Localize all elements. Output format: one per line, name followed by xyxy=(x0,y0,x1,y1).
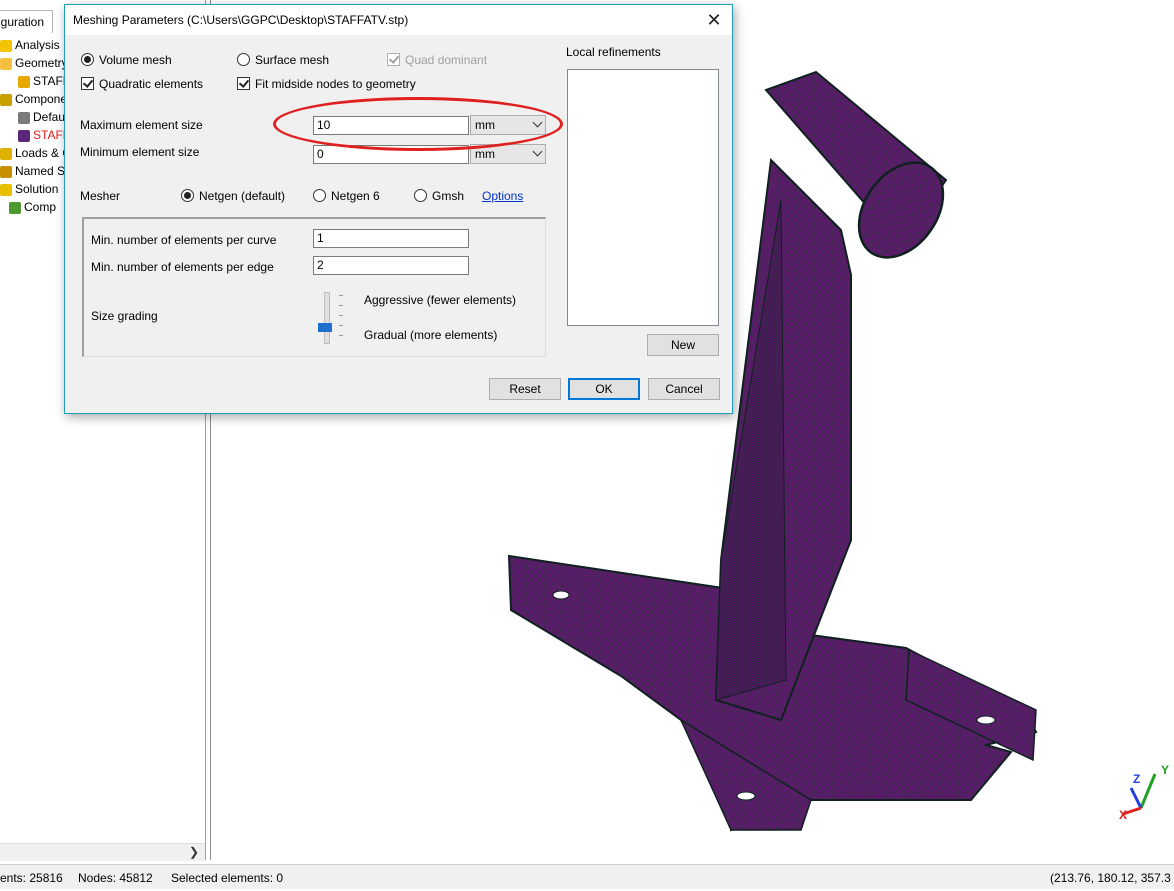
slider-tick xyxy=(339,315,343,316)
tree-item[interactable]: STAFF xyxy=(18,126,70,144)
reset-button[interactable]: Reset xyxy=(489,378,561,400)
max-element-size-label: Maximum element size xyxy=(80,118,203,132)
highlight-ellipse xyxy=(273,97,563,151)
tree-node-icon xyxy=(0,183,12,196)
mesher-netgen-radio[interactable]: Netgen (default) xyxy=(181,189,285,203)
tree-item[interactable]: Compone xyxy=(0,90,67,108)
axis-label-y: Y xyxy=(1161,763,1170,777)
tree-item[interactable]: Analysis xyxy=(0,36,60,54)
min-element-size-label: Minimum element size xyxy=(80,145,200,159)
tree-node-icon xyxy=(18,129,30,142)
tree-item-label: Compone xyxy=(15,92,68,106)
slider-tick xyxy=(339,305,343,306)
tree-horizontal-scrollbar[interactable]: ❯ xyxy=(0,843,205,861)
grading-aggressive-label: Aggressive (fewer elements) xyxy=(364,293,517,307)
volume-mesh-radio[interactable]: Volume mesh xyxy=(81,53,172,67)
tree-item-label: Solution xyxy=(15,182,59,196)
meshing-parameters-dialog: Meshing Parameters (C:\Users\GGPC\Deskto… xyxy=(64,4,733,414)
scroll-right-icon[interactable]: ❯ xyxy=(189,845,199,859)
mesher-gmsh-radio[interactable]: Gmsh xyxy=(414,189,464,203)
local-refinements-list[interactable] xyxy=(567,69,719,326)
tree-node-icon xyxy=(0,57,12,70)
axis-label-z: Z xyxy=(1133,772,1141,786)
dialog-title: Meshing Parameters (C:\Users\GGPC\Deskto… xyxy=(73,13,409,27)
checkbox-icon xyxy=(81,77,94,90)
tree-node-icon xyxy=(0,39,12,52)
slider-tick xyxy=(339,325,343,326)
tab-configuration[interactable]: iguration xyxy=(0,10,53,33)
slider-tick xyxy=(339,335,343,336)
size-grading-slider-thumb[interactable] xyxy=(318,323,332,332)
tree-item[interactable]: Geometry xyxy=(0,54,68,72)
quad-dominant-checkbox: Quad dominant xyxy=(387,53,487,67)
checkbox-icon xyxy=(387,53,400,66)
min-per-edge-label: Min. number of elements per edge xyxy=(91,260,274,274)
tree-node-icon xyxy=(0,165,12,178)
checkbox-icon xyxy=(237,77,250,90)
close-icon[interactable]: ✕ xyxy=(704,5,724,35)
radio-icon xyxy=(414,189,427,202)
radio-icon xyxy=(181,189,194,202)
status-nodes: Nodes: 45812 xyxy=(78,871,153,885)
status-bar: ents: 25816 Nodes: 45812 Selected elemen… xyxy=(0,864,1174,889)
size-grading-slider[interactable] xyxy=(324,292,330,344)
tree-item-label: Analysis xyxy=(15,38,60,52)
ok-button[interactable]: OK xyxy=(568,378,640,400)
radio-icon xyxy=(237,53,250,66)
chevron-down-icon xyxy=(532,146,543,157)
size-grading-label: Size grading xyxy=(91,309,158,323)
fit-midside-checkbox[interactable]: Fit midside nodes to geometry xyxy=(237,77,416,91)
min-per-curve-input[interactable]: 1 xyxy=(313,229,469,248)
status-elements: ents: 25816 xyxy=(0,871,63,885)
cancel-button[interactable]: Cancel xyxy=(648,378,720,400)
status-selected: Selected elements: 0 xyxy=(171,871,284,885)
tree-node-icon xyxy=(18,111,30,124)
tree-node-icon xyxy=(9,201,21,214)
mesher-label: Mesher xyxy=(80,189,121,203)
local-refinements-label: Local refinements xyxy=(566,45,661,59)
grading-gradual-label: Gradual (more elements) xyxy=(364,328,498,342)
tree-item-label: Loads & C xyxy=(15,146,72,160)
tree-item[interactable]: Loads & C xyxy=(0,144,71,162)
tree-item[interactable]: Defau xyxy=(18,108,65,126)
tree-item-label: Defau xyxy=(33,110,66,124)
status-coords: (213.76, 180.12, 357.3 xyxy=(1050,871,1171,885)
radio-icon xyxy=(81,53,94,66)
options-link[interactable]: Options xyxy=(482,189,523,203)
tree-item[interactable]: Named Se xyxy=(0,162,72,180)
axis-label-x: X xyxy=(1119,808,1128,822)
tree-item[interactable]: Comp xyxy=(9,198,56,216)
tree-item[interactable]: Solution xyxy=(0,180,58,198)
mesher-netgen6-radio[interactable]: Netgen 6 xyxy=(313,189,380,203)
quadratic-elements-checkbox[interactable]: Quadratic elements xyxy=(81,77,203,91)
tree-node-icon xyxy=(0,93,12,106)
new-refinement-button[interactable]: New xyxy=(647,334,719,356)
tree-item[interactable]: STAFF xyxy=(18,72,70,90)
min-per-edge-input[interactable]: 2 xyxy=(313,256,469,275)
tree-item-label: Comp xyxy=(24,200,57,214)
tree-item-label: Geometry xyxy=(15,56,68,70)
slider-tick xyxy=(339,295,343,296)
min-per-curve-label: Min. number of elements per curve xyxy=(91,233,277,247)
dialog-title-bar[interactable]: Meshing Parameters (C:\Users\GGPC\Deskto… xyxy=(65,5,732,35)
tree-node-icon xyxy=(0,147,12,160)
radio-icon xyxy=(313,189,326,202)
tree-node-icon xyxy=(18,75,30,88)
surface-mesh-radio[interactable]: Surface mesh xyxy=(237,53,329,67)
